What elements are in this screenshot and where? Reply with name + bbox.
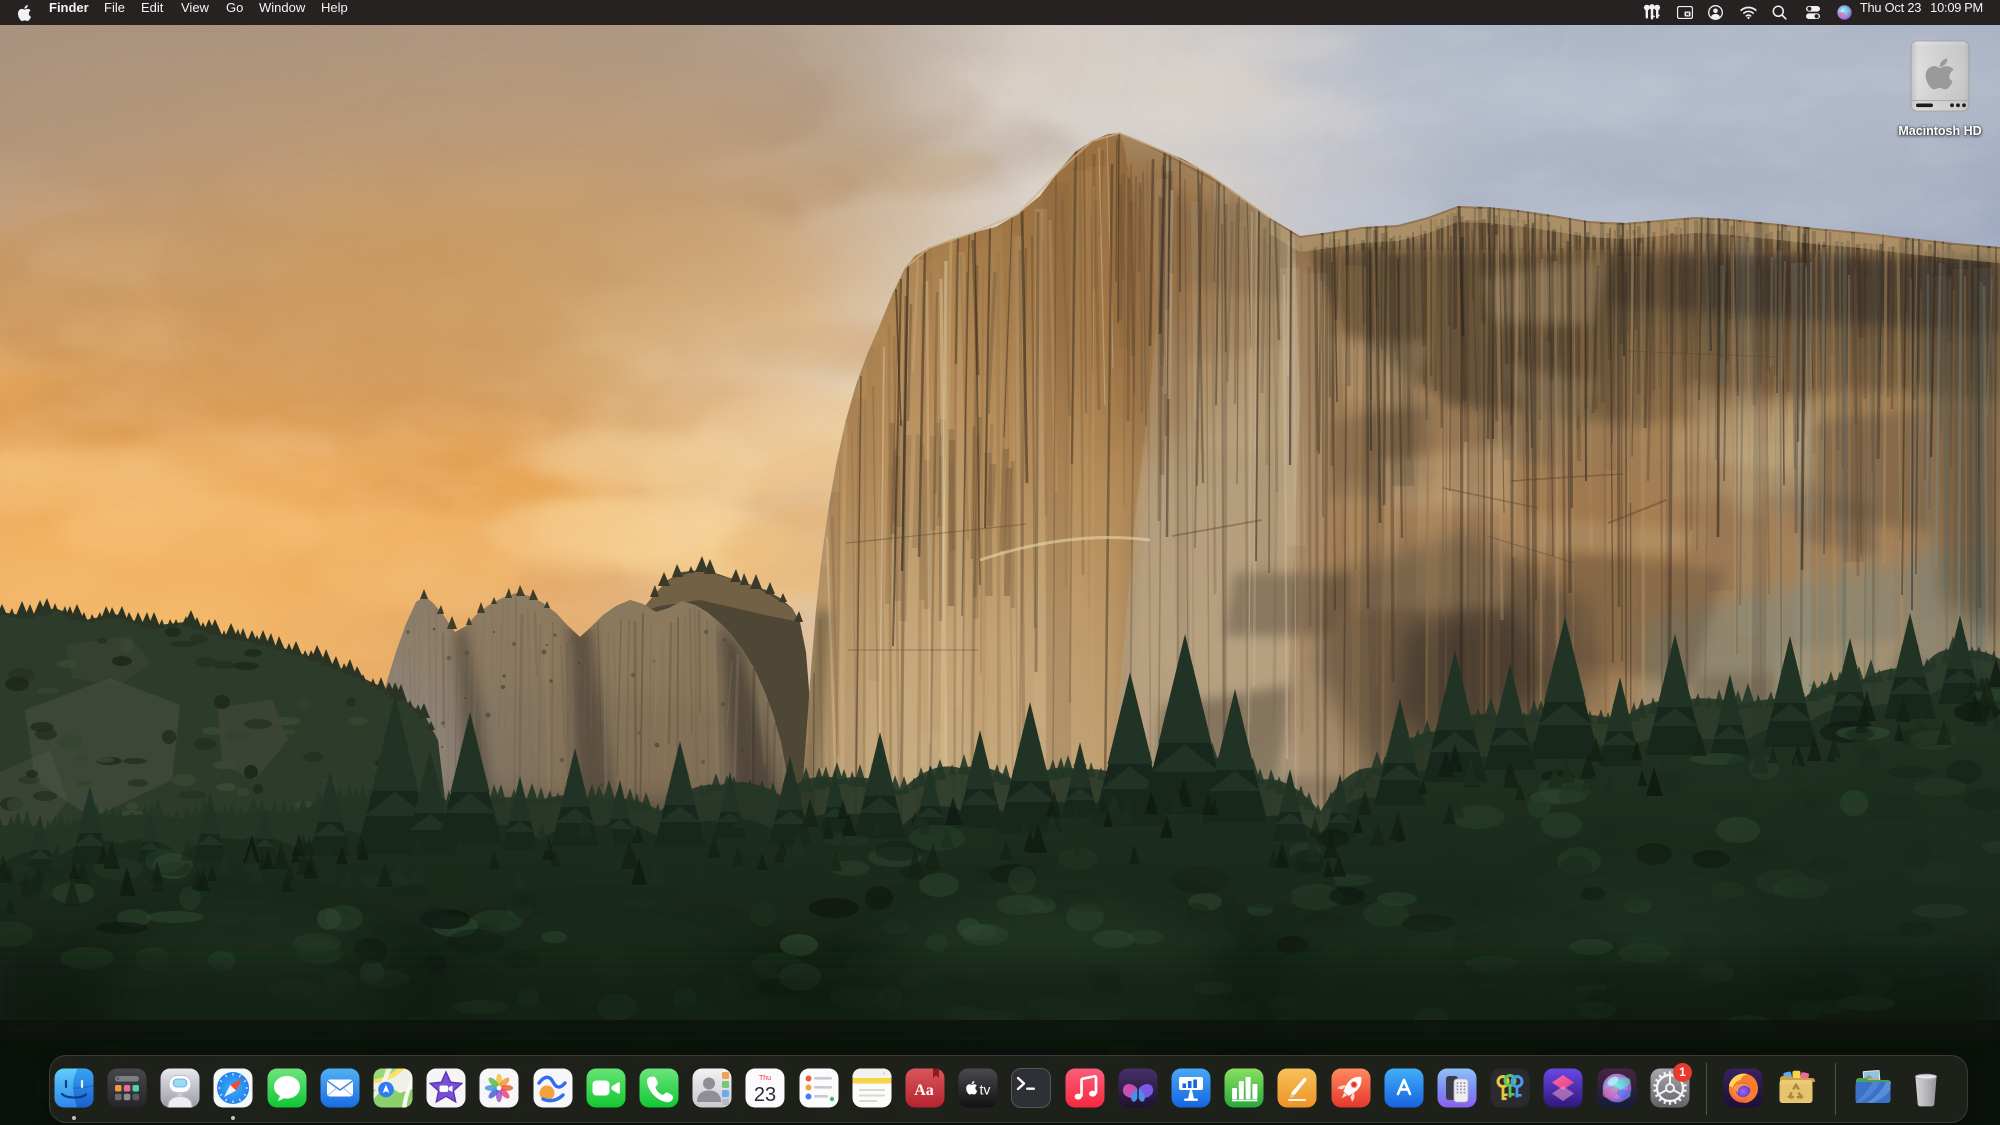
svg-text:Aa: Aa xyxy=(914,1082,934,1099)
svg-text:Thu: Thu xyxy=(759,1075,771,1082)
svg-text:tv: tv xyxy=(980,1082,991,1098)
svg-text:23: 23 xyxy=(754,1084,776,1106)
